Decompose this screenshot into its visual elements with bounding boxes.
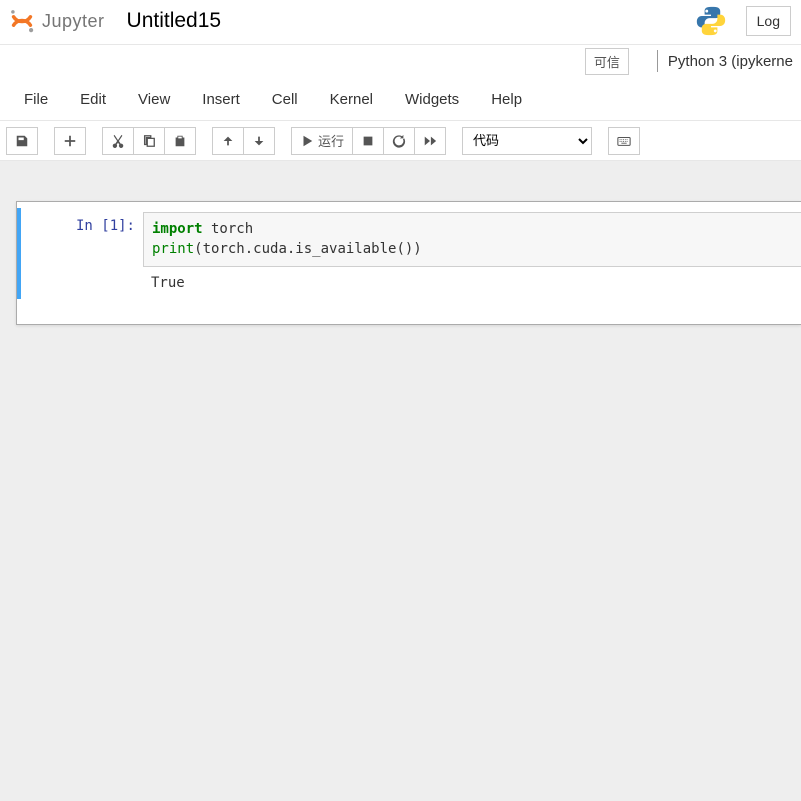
menu-insert[interactable]: Insert — [186, 83, 256, 116]
save-button[interactable] — [6, 127, 38, 155]
interrupt-button[interactable] — [352, 127, 384, 155]
code-cell[interactable]: In [1]: import torchprint(torch.cuda.is_… — [17, 208, 801, 299]
jupyter-logo[interactable]: Jupyter — [8, 7, 105, 35]
menu-edit[interactable]: Edit — [64, 83, 122, 116]
cell-output: True — [143, 267, 801, 295]
menu-view[interactable]: View — [122, 83, 186, 116]
run-button[interactable]: 运行 — [291, 127, 353, 155]
jupyter-icon — [8, 7, 36, 35]
notebook-title[interactable]: Untitled15 — [127, 9, 222, 33]
add-cell-button[interactable] — [54, 127, 86, 155]
command-palette-button[interactable] — [608, 127, 640, 155]
toolbar: 运行 代码 — [0, 121, 801, 161]
arrow-up-icon — [221, 134, 235, 148]
keyboard-icon — [617, 134, 631, 148]
logo-text: Jupyter — [42, 11, 105, 32]
status-row: 可信 Python 3 (ipykerne — [0, 45, 801, 77]
input-prompt: In [1]: — [21, 212, 143, 295]
stop-icon — [361, 134, 375, 148]
plus-icon — [63, 134, 77, 148]
arrow-down-icon — [252, 134, 266, 148]
login-button[interactable]: Log — [746, 6, 791, 36]
copy-icon — [142, 134, 156, 148]
restart-icon — [392, 134, 406, 148]
menu-help[interactable]: Help — [475, 83, 538, 116]
copy-button[interactable] — [133, 127, 165, 155]
cell-io: import torchprint(torch.cuda.is_availabl… — [143, 212, 801, 295]
notebook-container: In [1]: import torchprint(torch.cuda.is_… — [16, 201, 801, 325]
move-down-button[interactable] — [243, 127, 275, 155]
notebook-area: In [1]: import torchprint(torch.cuda.is_… — [0, 161, 801, 801]
menu-kernel[interactable]: Kernel — [314, 83, 389, 116]
trust-badge[interactable]: 可信 — [585, 48, 629, 75]
kernel-separator — [657, 50, 658, 72]
move-up-button[interactable] — [212, 127, 244, 155]
paste-icon — [173, 134, 187, 148]
restart-run-all-button[interactable] — [414, 127, 446, 155]
python-icon — [694, 4, 728, 38]
restart-button[interactable] — [383, 127, 415, 155]
paste-button[interactable] — [164, 127, 196, 155]
code-input[interactable]: import torchprint(torch.cuda.is_availabl… — [143, 212, 801, 267]
fast-forward-icon — [423, 134, 437, 148]
run-label: 运行 — [318, 131, 344, 150]
header: Jupyter Untitled15 Log — [0, 0, 801, 45]
cut-button[interactable] — [102, 127, 134, 155]
kernel-name[interactable]: Python 3 (ipykerne — [668, 53, 793, 70]
menu-widgets[interactable]: Widgets — [389, 83, 475, 116]
menu-file[interactable]: File — [8, 83, 64, 116]
save-icon — [15, 134, 29, 148]
play-icon — [300, 134, 314, 148]
celltype-select[interactable]: 代码 — [462, 127, 592, 155]
menu-cell[interactable]: Cell — [256, 83, 314, 116]
menubar: File Edit View Insert Cell Kernel Widget… — [0, 77, 801, 121]
cut-icon — [111, 134, 125, 148]
